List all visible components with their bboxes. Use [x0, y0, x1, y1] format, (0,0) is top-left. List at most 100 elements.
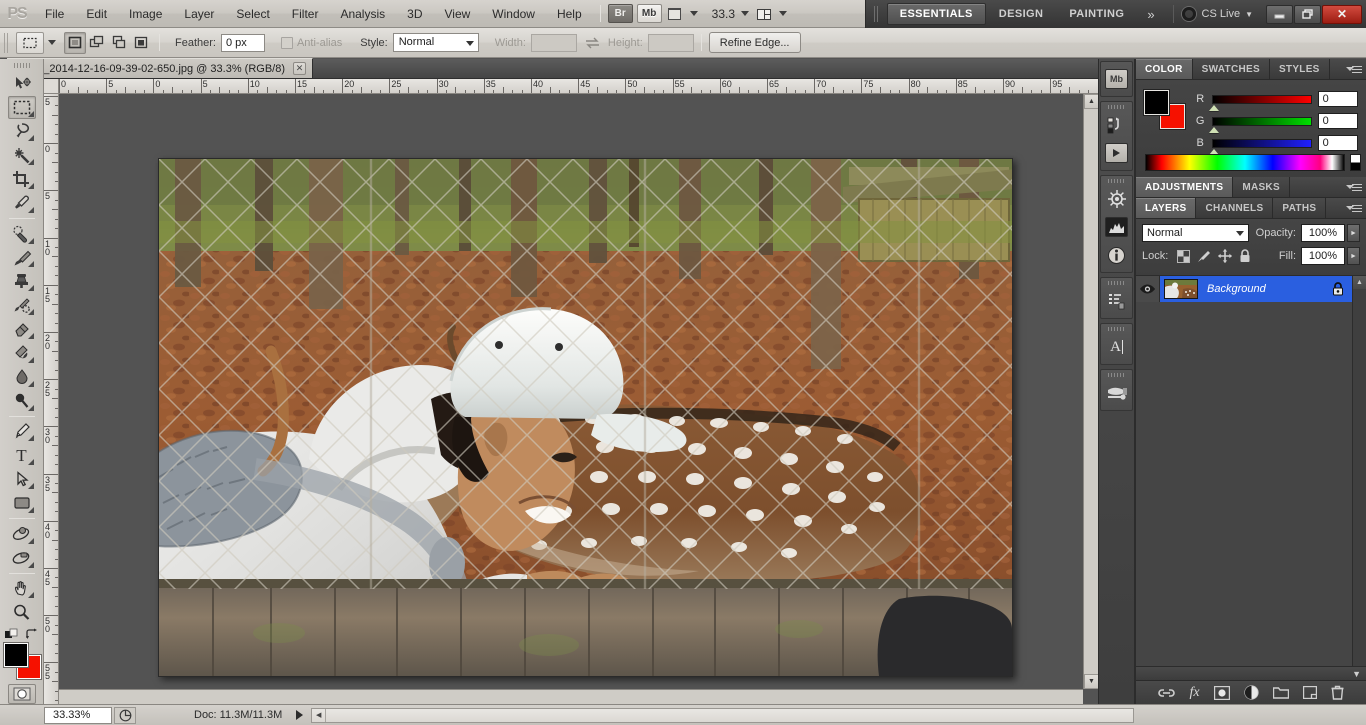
- launch-mini-bridge-button[interactable]: Mb: [636, 4, 662, 23]
- restore-button[interactable]: [1294, 4, 1321, 24]
- spot-healing-brush-tool[interactable]: [8, 222, 36, 246]
- lasso-tool[interactable]: [8, 119, 36, 143]
- history-icon[interactable]: [1103, 112, 1130, 138]
- lock-transparent-pixels-icon[interactable]: [1177, 249, 1191, 263]
- color-slider-b-value[interactable]: 0: [1317, 135, 1358, 151]
- tool-preset-picker[interactable]: [16, 31, 44, 54]
- image-canvas[interactable]: [158, 158, 1013, 677]
- color-slider-g-thumb[interactable]: [1209, 126, 1220, 133]
- menu-item-view[interactable]: View: [433, 0, 481, 28]
- cs-live-button[interactable]: CS Live ▼: [1181, 7, 1253, 21]
- rectangle-shape-tool[interactable]: [8, 491, 36, 515]
- clone-stamp-flyout-indicator[interactable]: [27, 285, 34, 292]
- new-adjustment-layer-icon[interactable]: [1243, 685, 1259, 700]
- tab-color[interactable]: COLOR: [1136, 59, 1193, 79]
- 3d-object-rotate-tool[interactable]: [8, 522, 36, 546]
- menu-item-image[interactable]: Image: [118, 0, 173, 28]
- navigator-icon[interactable]: [1103, 186, 1130, 212]
- layer-name[interactable]: Background: [1207, 283, 1332, 295]
- delete-layer-icon[interactable]: [1331, 685, 1344, 700]
- dodge-tool[interactable]: [8, 389, 36, 413]
- info-icon[interactable]: [1103, 242, 1130, 268]
- history-brush-flyout-indicator[interactable]: [27, 309, 34, 316]
- vertical-ruler[interactable]: 5 0 5 10 15 20 25 30 35 40 45 50 55: [44, 94, 59, 704]
- healing-flyout-indicator[interactable]: [27, 237, 34, 244]
- launch-bridge-button[interactable]: Br: [607, 4, 633, 23]
- tab-swatches[interactable]: SWATCHES: [1193, 59, 1270, 79]
- history-group-grip[interactable]: [1108, 105, 1125, 109]
- menu-item-analysis[interactable]: Analysis: [329, 0, 396, 28]
- menu-item-layer[interactable]: Layer: [173, 0, 225, 28]
- tab-styles[interactable]: STYLES: [1270, 59, 1330, 79]
- move-tool[interactable]: [8, 72, 36, 96]
- blur-tool[interactable]: [8, 365, 36, 389]
- minimize-button[interactable]: [1266, 4, 1293, 24]
- layer-comps-group-grip[interactable]: [1108, 281, 1125, 285]
- color-slider-g-value[interactable]: 0: [1317, 113, 1358, 129]
- layers-scrollbar[interactable]: ▲: [1352, 276, 1366, 666]
- spectrum-endpoints[interactable]: [1350, 154, 1361, 171]
- style-select[interactable]: Normal: [392, 33, 479, 52]
- brush-tool[interactable]: [8, 246, 36, 270]
- layers-panel-menu-icon[interactable]: [1346, 202, 1362, 215]
- color-slider-g-track[interactable]: [1209, 116, 1312, 133]
- adjustments-panel-menu-icon[interactable]: [1346, 181, 1362, 194]
- tab-paths[interactable]: PATHS: [1273, 198, 1327, 218]
- path-selection-flyout-indicator[interactable]: [27, 483, 34, 490]
- navigator-group-grip[interactable]: [1108, 179, 1125, 183]
- height-input[interactable]: [647, 33, 694, 52]
- status-zoom-value[interactable]: 33.33%: [44, 706, 112, 724]
- antialias-checkbox[interactable]: Anti-alias: [280, 36, 342, 49]
- horizontal-ruler[interactable]: 0 5 0 5 10 15 20 25 30 35 40 45 50 55 60 65 70 75 80 85 90 95: [44, 79, 1098, 94]
- default-colors-icon[interactable]: [4, 628, 19, 641]
- lock-all-icon[interactable]: [1239, 249, 1251, 263]
- menu-item-select[interactable]: Select: [225, 0, 280, 28]
- subtract-from-selection-button[interactable]: [108, 32, 130, 54]
- gradient-flyout-indicator[interactable]: [27, 356, 34, 363]
- crop-tool[interactable]: [8, 167, 36, 191]
- menu-item-filter[interactable]: Filter: [281, 0, 330, 28]
- blend-mode-select[interactable]: Normal: [1142, 224, 1249, 242]
- crop-flyout-indicator[interactable]: [27, 182, 34, 189]
- opacity-value[interactable]: 100%: [1301, 224, 1345, 242]
- clone-stamp-tool[interactable]: [8, 269, 36, 293]
- eyedropper-flyout-indicator[interactable]: [27, 206, 34, 213]
- feather-input[interactable]: 0 px: [220, 33, 265, 52]
- add-layer-mask-icon[interactable]: [1213, 685, 1230, 700]
- color-slider-r-value[interactable]: 0: [1317, 91, 1358, 107]
- color-panel-foreground-swatch[interactable]: [1143, 89, 1170, 116]
- refine-edge-button[interactable]: Refine Edge...: [708, 32, 801, 53]
- 3d-object-flyout-indicator[interactable]: [27, 537, 34, 544]
- status-scroll-left-arrow[interactable]: ◀: [312, 708, 327, 722]
- type-flyout-indicator[interactable]: [27, 459, 34, 466]
- workspace-design[interactable]: DESIGN: [986, 3, 1057, 25]
- workspace-overflow-icon[interactable]: »: [1137, 7, 1164, 22]
- tab-masks[interactable]: MASKS: [1233, 177, 1290, 197]
- menu-item-edit[interactable]: Edit: [75, 0, 118, 28]
- pen-flyout-indicator[interactable]: [27, 435, 34, 442]
- 3d-camera-orbit-tool[interactable]: [8, 546, 36, 570]
- close-button[interactable]: ✕: [1322, 4, 1362, 24]
- menu-item-window[interactable]: Window: [481, 0, 546, 28]
- lock-image-pixels-icon[interactable]: [1197, 250, 1211, 263]
- status-expand-arrow-icon[interactable]: [296, 710, 304, 720]
- menu-item-3d[interactable]: 3D: [396, 0, 433, 28]
- color-panel-menu-icon[interactable]: [1346, 63, 1362, 76]
- layer-comps-icon[interactable]: [1103, 288, 1130, 314]
- layers-scroll-up-arrow[interactable]: ▲: [1353, 276, 1366, 289]
- lock-position-icon[interactable]: [1218, 249, 1233, 263]
- workspace-essentials[interactable]: ESSENTIALS: [886, 3, 986, 25]
- opacity-stepper[interactable]: ►: [1347, 224, 1360, 242]
- document-canvas[interactable]: [59, 94, 1098, 704]
- layer-list[interactable]: Background ▲: [1136, 275, 1366, 666]
- color-spectrum-ramp[interactable]: [1145, 154, 1345, 171]
- blur-flyout-indicator[interactable]: [27, 380, 34, 387]
- swap-colors-icon[interactable]: [25, 628, 39, 641]
- add-to-selection-button[interactable]: [86, 32, 108, 54]
- document-tab-close-icon[interactable]: ✕: [293, 62, 306, 75]
- workspace-painting[interactable]: PAINTING: [1056, 3, 1137, 25]
- character-group-grip[interactable]: [1108, 327, 1125, 331]
- layer-visibility-icon[interactable]: [1136, 276, 1160, 302]
- rectangular-marquee-tool[interactable]: [7, 95, 36, 120]
- hand-flyout-indicator[interactable]: [27, 592, 34, 599]
